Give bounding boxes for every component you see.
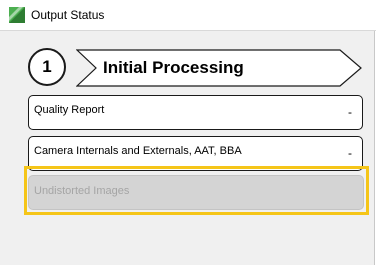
camera-internals-label: Camera Internals and Externals, AAT, BBA — [34, 145, 242, 157]
window-title: Output Status — [31, 8, 105, 22]
app-logo-icon — [9, 7, 25, 23]
quality-report-label: Quality Report — [34, 104, 105, 116]
step-title: Initial Processing — [103, 58, 244, 77]
undistorted-images-label: Undistorted Images — [34, 185, 130, 197]
step-number: 1 — [42, 57, 52, 76]
window-titlebar: Output Status — [0, 0, 376, 31]
camera-internals-item[interactable]: Camera Internals and Externals, AAT, BBA… — [28, 136, 363, 171]
camera-internals-collapse-button[interactable]: - — [348, 147, 352, 159]
step-number-badge: 1 — [28, 48, 66, 86]
quality-report-collapse-button[interactable]: - — [348, 106, 352, 118]
quality-report-item[interactable]: Quality Report - — [28, 95, 363, 130]
undistorted-images-item: Undistorted Images — [28, 175, 364, 210]
